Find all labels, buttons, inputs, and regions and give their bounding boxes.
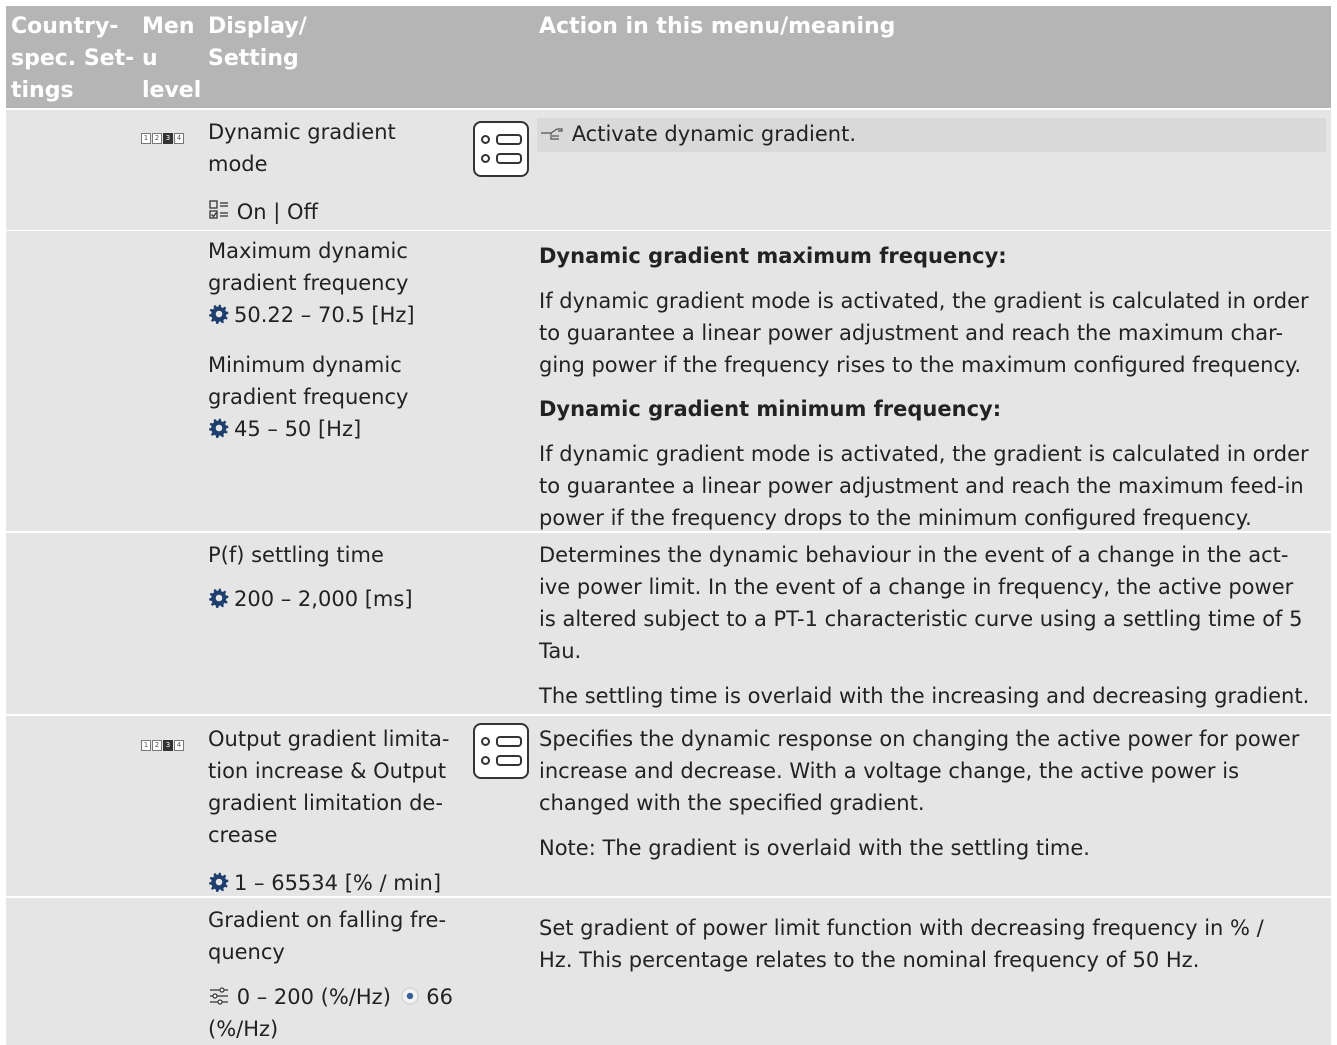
menu-level-indicator: 1 2 3 4 <box>141 740 184 751</box>
menu-list-icon <box>473 121 529 177</box>
paragraph: If dynamic gradient mode is activated, t… <box>539 285 1309 381</box>
paragraph-line: If dynamic gradient mode is activated, t… <box>539 289 1309 313</box>
setting-line: Output gradient limita- <box>208 727 450 751</box>
header-line: u <box>142 46 158 71</box>
table-row: P(f) settling time 200 – 2,000 [ms] Dete… <box>6 533 1331 714</box>
header-line: level <box>142 78 202 103</box>
paragraph-line: power if the frequency drops to the mini… <box>539 506 1252 530</box>
table-row: 1 2 3 4 Output gradient limita- tion inc… <box>6 716 1331 896</box>
paragraph-line: increase and decrease. With a voltage ch… <box>539 759 1240 783</box>
setting-line: crease <box>208 823 278 847</box>
settings-table: Country- spec. Set- tings Men u level Di… <box>6 6 1331 1045</box>
paragraph-line: Set gradient of power limit function wit… <box>539 916 1264 940</box>
slider-settings-icon <box>210 987 228 1005</box>
header-line: Men <box>142 14 195 39</box>
default-value-icon <box>401 987 419 1005</box>
header-line: Display/ <box>208 14 307 39</box>
paragraph-line: changed with the specified gradient. <box>539 791 925 815</box>
paragraph-line: to guarantee a linear power adjustment a… <box>539 321 1284 345</box>
setting-range: 50.22 – 70.5 [Hz] <box>208 299 415 331</box>
range-value: 0 – 200 (%/Hz) <box>236 985 391 1009</box>
setting-line: gradient frequency <box>208 385 409 409</box>
setting-range: 1 – 65534 [% / min] <box>208 867 441 899</box>
menu-level-indicator: 1 2 3 4 <box>141 133 184 144</box>
header-line: Setting <box>208 46 299 71</box>
gear-icon <box>209 588 229 609</box>
menu-level-box: 2 <box>152 133 162 144</box>
pointing-hand-icon <box>541 128 563 140</box>
paragraph: If dynamic gradient mode is activated, t… <box>539 438 1309 534</box>
selection-list-icon <box>209 200 228 219</box>
menu-level-box-active: 3 <box>163 133 173 144</box>
paragraph-line: Hz. This percentage relates to the nomin… <box>539 948 1200 972</box>
paragraph: Specifies the dynamic response on changi… <box>539 723 1299 819</box>
header-line: spec. Set- <box>11 46 135 71</box>
gear-icon <box>209 304 229 325</box>
paragraph-line: ging power if the frequency rises to the… <box>539 353 1302 377</box>
paragraph-line: Specifies the dynamic response on changi… <box>539 727 1300 751</box>
range-unit: (%/Hz) <box>208 1017 279 1041</box>
setting-line: Dynamic gradient <box>208 120 396 144</box>
header-line: Country- <box>11 14 119 39</box>
menu-level-box: 4 <box>174 740 184 751</box>
paragraph: Set gradient of power limit function wit… <box>539 912 1264 976</box>
setting-name: Output gradient limita- tion increase & … <box>208 723 449 851</box>
header-display-setting: Display/ Setting <box>208 11 307 75</box>
value-options: On | Off <box>236 200 318 224</box>
table-row: Maximum dynamic gradient frequency 50.22… <box>6 231 1331 531</box>
default-value: 66 <box>426 985 453 1009</box>
paragraph: The settling time is overlaid with the i… <box>539 684 1310 708</box>
setting-name: Dynamic gradient mode <box>208 116 396 180</box>
menu-level-box: 1 <box>141 740 151 751</box>
section-heading: Dynamic gradient maximum frequency: <box>539 244 1007 268</box>
setting-line: quency <box>208 940 285 964</box>
header-menu-level: Men u level <box>142 11 201 107</box>
menu-level-box: 2 <box>152 740 162 751</box>
paragraph-line: is altered subject to a PT-1 characteris… <box>539 607 1303 631</box>
setting-range: 45 – 50 [Hz] <box>208 413 408 445</box>
setting-line: mode <box>208 152 268 176</box>
setting-name: Maximum dynamic gradient frequency 50.22… <box>208 235 415 331</box>
setting-line: Minimum dynamic <box>208 353 402 377</box>
range-value: 45 – 50 [Hz] <box>234 417 362 441</box>
setting-range: 0 – 200 (%/Hz) 66 (%/Hz) <box>208 981 453 1045</box>
paragraph-line: Determines the dynamic behaviour in the … <box>539 543 1289 567</box>
menu-level-box: 4 <box>174 133 184 144</box>
menu-level-box-active: 3 <box>163 740 173 751</box>
table-row: Gradient on falling fre- quency 0 – 200 … <box>6 898 1331 1045</box>
menu-level-box: 1 <box>141 133 151 144</box>
setting-name: Minimum dynamic gradient frequency 45 – … <box>208 349 408 445</box>
range-value: 50.22 – 70.5 [Hz] <box>234 303 415 327</box>
setting-name: P(f) settling time <box>208 543 384 567</box>
gear-icon <box>209 418 229 439</box>
setting-line: gradient frequency <box>208 271 409 295</box>
paragraph: Note: The gradient is overlaid with the … <box>539 836 1090 860</box>
setting-line: tion increase & Output <box>208 759 447 783</box>
setting-name: Gradient on falling fre- quency <box>208 904 446 968</box>
setting-line: Gradient on falling fre- <box>208 908 447 932</box>
setting-range: 200 – 2,000 [ms] <box>208 583 413 615</box>
section-heading: Dynamic gradient minimum frequency: <box>539 397 1002 421</box>
header-country-specific-settings: Country- spec. Set- tings <box>11 11 134 107</box>
gear-icon <box>209 872 229 893</box>
setting-line: Maximum dynamic <box>208 239 408 263</box>
table-row: 1 2 3 4 Dynamic gradient mode On | Off A… <box>6 110 1331 230</box>
range-value: 200 – 2,000 [ms] <box>234 587 413 611</box>
paragraph: Determines the dynamic behaviour in the … <box>539 539 1302 667</box>
table-header: Country- spec. Set- tings Men u level Di… <box>6 6 1331 108</box>
header-line: tings <box>11 78 74 103</box>
paragraph-line: to guarantee a linear power adjustment a… <box>539 474 1304 498</box>
range-value: 1 – 65534 [% / min] <box>234 871 442 895</box>
paragraph-line: If dynamic gradient mode is activated, t… <box>539 442 1309 466</box>
paragraph-line: ive power limit. In the event of a chang… <box>539 575 1294 599</box>
paragraph-line: Tau. <box>539 639 582 663</box>
setting-line: gradient limitation de- <box>208 791 443 815</box>
action-text: Activate dynamic gradient. <box>539 118 856 150</box>
menu-list-icon <box>473 723 529 779</box>
setting-values: On | Off <box>208 196 318 228</box>
header-action-meaning: Action in this menu/meaning <box>539 14 896 39</box>
action-line: Activate dynamic gradient. <box>571 122 857 146</box>
